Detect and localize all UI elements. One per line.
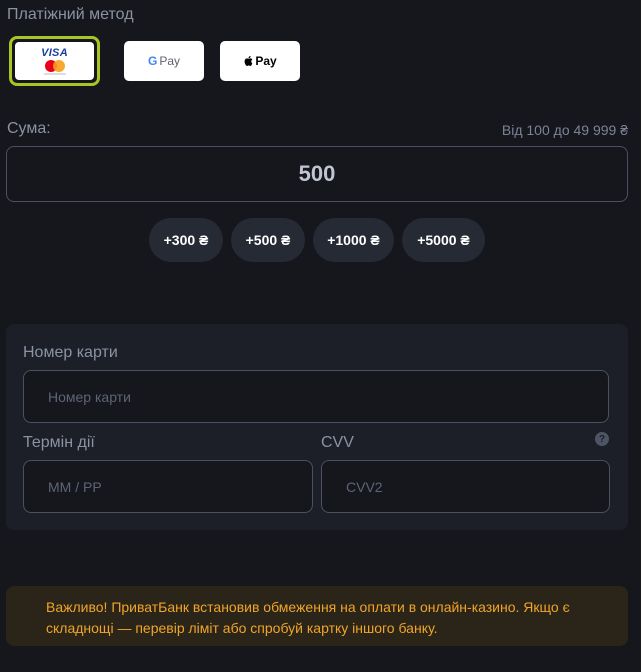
cvv-input[interactable] <box>321 460 610 513</box>
expiry-label: Термін дії <box>23 434 95 451</box>
mastercard-icon <box>44 59 65 72</box>
payment-method-title: Платіжний метод <box>7 6 134 23</box>
card-number-label: Номер карти <box>23 344 118 361</box>
card-number-input[interactable] <box>23 370 609 423</box>
expiry-input[interactable] <box>23 460 313 513</box>
apay-label: Pay <box>255 54 277 68</box>
mastercard-caption <box>43 72 66 75</box>
payment-option-card[interactable]: VISA <box>9 36 100 86</box>
payment-option-google-pay[interactable]: G Pay <box>124 41 204 81</box>
google-g-icon: G <box>147 54 158 68</box>
gpay-label: Pay <box>159 54 181 68</box>
payment-method-options: VISA G Pay Pay <box>9 36 309 86</box>
privatbank-warning: Важливо! ПриватБанк встановив обмеження … <box>6 586 628 646</box>
visa-logo: VISA <box>41 46 68 59</box>
quick-add-1000-button[interactable]: +1000 ₴ <box>313 218 394 262</box>
amount-input[interactable]: 500 <box>6 146 628 202</box>
help-icon[interactable]: ? <box>595 432 609 446</box>
quick-add-500-button[interactable]: +500 ₴ <box>231 218 305 262</box>
quick-add-300-button[interactable]: +300 ₴ <box>149 218 223 262</box>
payment-option-apple-pay[interactable]: Pay <box>220 41 300 81</box>
card-logo: VISA <box>15 42 94 80</box>
apple-icon <box>244 56 253 66</box>
card-form-panel: Номер карти Термін дії CVV ? <box>6 324 628 530</box>
quick-add-5000-button[interactable]: +5000 ₴ <box>402 218 485 262</box>
quick-add-chips: +300 ₴ +500 ₴ +1000 ₴ +5000 ₴ <box>0 218 641 262</box>
cvv-label: CVV <box>321 434 354 451</box>
amount-label: Сума: <box>7 120 51 137</box>
amount-range: Від 100 до 49 999 ₴ <box>501 122 628 138</box>
